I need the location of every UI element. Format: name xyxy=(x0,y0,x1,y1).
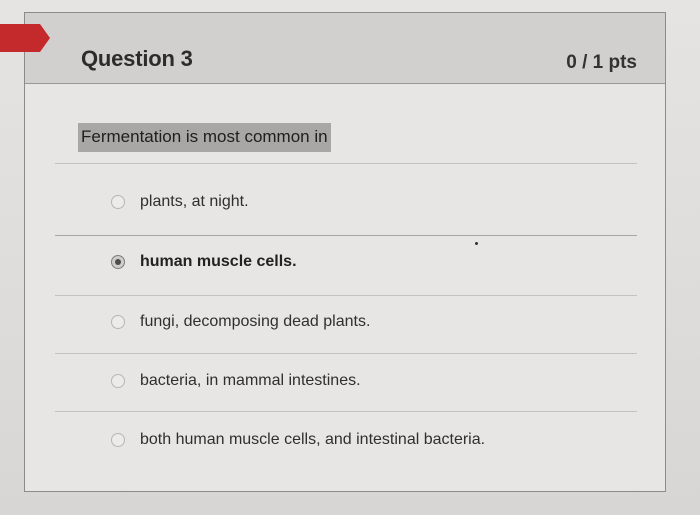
screen-photo: Question 3 0 / 1 pts Fermentation is mos… xyxy=(0,0,700,515)
radio-button-selected[interactable] xyxy=(111,255,125,269)
radio-button[interactable] xyxy=(111,433,125,447)
divider xyxy=(55,295,637,296)
question-prompt: Fermentation is most common in xyxy=(78,123,331,152)
answer-option[interactable]: plants, at night. xyxy=(111,189,249,215)
question-title: Question 3 xyxy=(81,46,193,71)
answer-label: human muscle cells. xyxy=(140,253,297,270)
answer-label: plants, at night. xyxy=(140,193,249,210)
question-points: 0 / 1 pts xyxy=(566,52,637,73)
answer-label: bacteria, in mammal intestines. xyxy=(140,372,361,389)
question-header: Question 3 0 / 1 pts xyxy=(25,13,665,84)
divider xyxy=(55,163,637,164)
answer-label: fungi, decomposing dead plants. xyxy=(140,313,371,330)
answer-option[interactable]: bacteria, in mammal intestines. xyxy=(111,368,361,394)
divider xyxy=(55,235,637,236)
answer-option[interactable]: fungi, decomposing dead plants. xyxy=(111,309,370,335)
answer-option-selected[interactable]: human muscle cells. xyxy=(111,249,297,275)
answer-option[interactable]: both human muscle cells, and intestinal … xyxy=(111,427,485,453)
radio-button[interactable] xyxy=(111,374,125,388)
question-flag-marker xyxy=(0,24,50,52)
divider xyxy=(55,353,637,354)
question-card: Question 3 0 / 1 pts Fermentation is mos… xyxy=(24,12,666,492)
radio-button[interactable] xyxy=(111,315,125,329)
radio-button[interactable] xyxy=(111,195,125,209)
answer-label: both human muscle cells, and intestinal … xyxy=(140,431,486,448)
screen-speck xyxy=(475,242,478,245)
divider xyxy=(55,411,637,412)
